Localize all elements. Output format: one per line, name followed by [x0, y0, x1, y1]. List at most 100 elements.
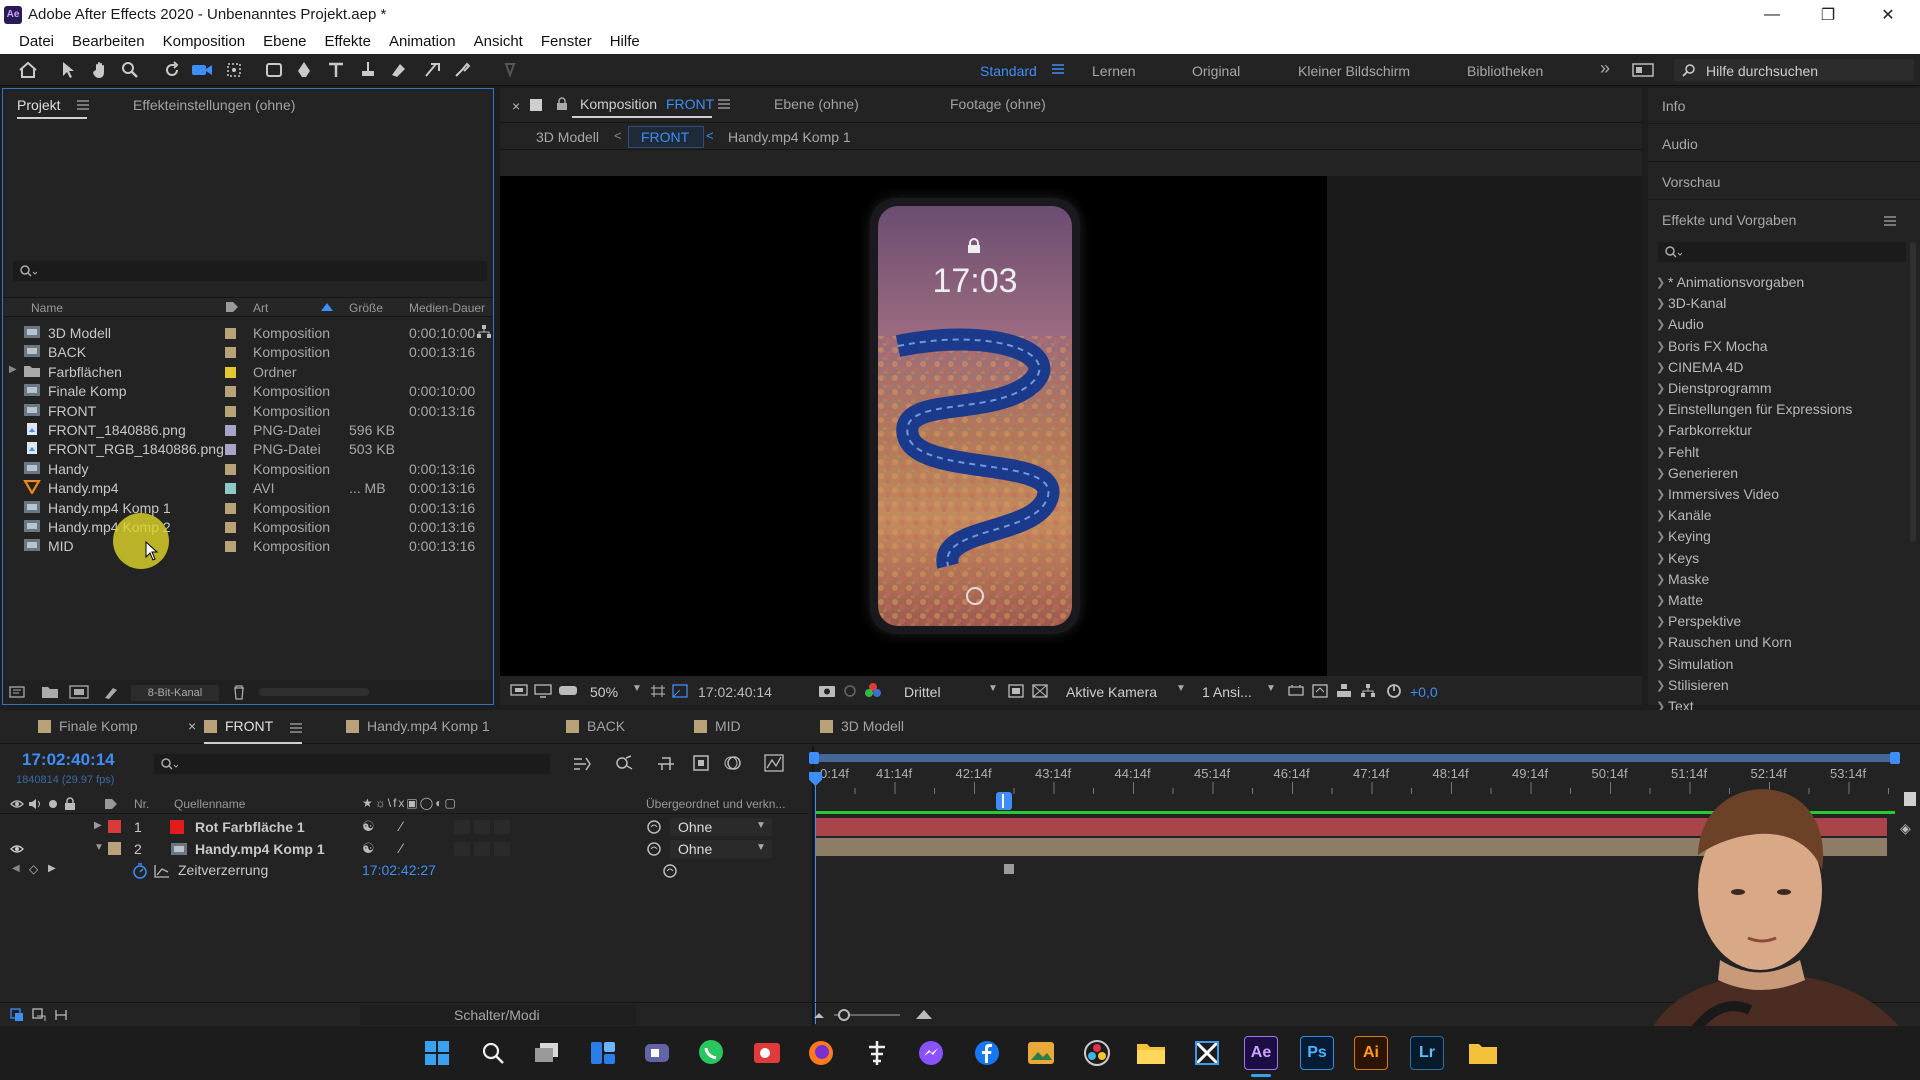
menu-datei[interactable]: Datei: [10, 30, 63, 54]
next-keyframe-icon[interactable]: ▶: [48, 863, 56, 874]
comp-tab-name[interactable]: FRONT: [666, 96, 714, 112]
label-color-swatch[interactable]: [225, 347, 236, 359]
effects-category-item[interactable]: ❯ Matte: [1648, 590, 1920, 611]
menu-hilfe[interactable]: Hilfe: [601, 30, 649, 54]
layer-source-name[interactable]: Handy.mp4 Komp 1: [195, 841, 325, 857]
motion-blur-icon[interactable]: [724, 754, 744, 772]
task-view-icon[interactable]: [530, 1036, 564, 1070]
camera-tool-icon[interactable]: [188, 58, 216, 82]
label-tag-icon[interactable]: [104, 798, 118, 810]
zoom-slider-thumb[interactable]: [838, 1009, 850, 1021]
tab-footage[interactable]: Footage (ohne): [950, 96, 1046, 112]
lock-icon[interactable]: [556, 97, 568, 111]
help-search-field[interactable]: Hilfe durchsuchen: [1674, 59, 1914, 81]
parent-pickwhip-icon[interactable]: [646, 819, 662, 835]
audio-speaker-icon[interactable]: [28, 798, 42, 810]
effects-panel-header[interactable]: Effekte und Vorgaben: [1648, 202, 1920, 238]
effects-category-item[interactable]: ❯ Boris FX Mocha: [1648, 336, 1920, 357]
panel-menu-icon[interactable]: [718, 99, 730, 109]
chevron-down-icon[interactable]: ▼: [988, 683, 998, 694]
always-preview-icon[interactable]: [510, 684, 528, 698]
menu-ebene[interactable]: Ebene: [254, 30, 315, 54]
zoom-out-icon[interactable]: [812, 1009, 826, 1021]
chevron-down-icon[interactable]: ▼: [94, 842, 104, 853]
parent-pickwhip-icon[interactable]: [646, 841, 662, 857]
comp-flowchart-icon[interactable]: [1336, 683, 1352, 698]
expand-arrow-icon[interactable]: ▶: [9, 364, 17, 375]
rectangle-tool-icon[interactable]: [260, 58, 288, 82]
eye-icon[interactable]: [10, 843, 24, 855]
snapshot-camera-icon[interactable]: [818, 683, 836, 698]
effects-category-item[interactable]: ❯ Immersives Video: [1648, 484, 1920, 505]
effects-category-item[interactable]: ❯ Audio: [1648, 314, 1920, 335]
label-color-swatch[interactable]: [225, 386, 236, 398]
panel-menu-icon[interactable]: [77, 100, 89, 110]
lightroom-taskbar-icon[interactable]: Lr: [1410, 1036, 1444, 1070]
effects-category-item[interactable]: ❯ Stilisieren: [1648, 675, 1920, 696]
property-value[interactable]: 17:02:42:27: [362, 862, 436, 878]
timeline-tab[interactable]: BACK: [566, 718, 625, 734]
pan-behind-tool-icon[interactable]: [220, 58, 248, 82]
photoshop-taskbar-icon[interactable]: Ps: [1300, 1036, 1334, 1070]
panel-menu-icon[interactable]: [1884, 216, 1896, 226]
resolution-grid-icon[interactable]: [650, 684, 666, 698]
region-of-interest-icon[interactable]: [672, 684, 688, 698]
new-composition-icon[interactable]: [69, 685, 91, 699]
effects-category-item[interactable]: ❯ Perspektive: [1648, 611, 1920, 632]
chevron-down-icon[interactable]: ▼: [632, 683, 642, 694]
project-search-input[interactable]: [13, 261, 487, 281]
tab-projekt[interactable]: Projekt: [17, 97, 61, 113]
clone-stamp-tool-icon[interactable]: [384, 58, 412, 82]
navigator-start-handle[interactable]: [809, 752, 819, 764]
label-column-icon[interactable]: [225, 301, 239, 313]
workspace-standard[interactable]: Standard: [980, 63, 1037, 79]
davinci-resolve-icon[interactable]: [1080, 1036, 1114, 1070]
switch-box[interactable]: [494, 842, 510, 856]
zoom-level-dropdown[interactable]: 50%: [590, 684, 618, 700]
column-quellenname[interactable]: Quellenname: [174, 797, 245, 811]
vr-goggles-icon[interactable]: [558, 684, 578, 698]
new-folder-icon[interactable]: [41, 685, 59, 699]
facebook-icon[interactable]: [970, 1036, 1004, 1070]
effects-category-item[interactable]: ❯ Generieren: [1648, 463, 1920, 484]
comp-mini-flowchart-icon[interactable]: [572, 756, 592, 772]
shy-layers-icon[interactable]: [656, 754, 676, 772]
timeline-current-time[interactable]: 17:02:40:14: [22, 750, 115, 770]
label-color-swatch[interactable]: [225, 541, 236, 553]
shy-switch-icon[interactable]: ☯: [362, 840, 375, 857]
eraser-tool-icon[interactable]: [418, 58, 446, 82]
effects-category-item[interactable]: ❯ Einstellungen für Expressions: [1648, 399, 1920, 420]
prev-keyframe-icon[interactable]: ◀: [12, 863, 20, 874]
zoom-tool-icon[interactable]: [116, 58, 144, 82]
tab-effekteinstellungen[interactable]: Effekteinstellungen (ohne): [133, 97, 295, 113]
maximize-button[interactable]: ❐: [1800, 0, 1856, 30]
menu-bearbeiten[interactable]: Bearbeiten: [63, 30, 154, 54]
views-dropdown[interactable]: 1 Ansi...: [1202, 684, 1252, 700]
transfer-controls-toggle-icon[interactable]: [32, 1008, 46, 1022]
column-art[interactable]: Art: [253, 301, 268, 315]
hand-tool-icon[interactable]: [86, 58, 114, 82]
label-color-swatch[interactable]: [225, 405, 236, 417]
workspace-bibliotheken[interactable]: Bibliotheken: [1467, 63, 1543, 79]
tab-ebene[interactable]: Ebene (ohne): [774, 96, 859, 112]
thumbnail-scrollbar[interactable]: [259, 688, 369, 696]
layer-label-swatch[interactable]: [108, 842, 121, 855]
effects-category-item[interactable]: ❯ Dienstprogramm: [1648, 378, 1920, 399]
label-color-swatch[interactable]: [225, 444, 236, 456]
parent-dropdown[interactable]: Ohne ▼: [670, 840, 772, 858]
timeline-layer-row[interactable]: ▼ 2 Handy.mp4 Komp 1 ☯ ⁄ Ohne ▼: [0, 838, 808, 860]
preview-panel-header[interactable]: Vorschau: [1648, 164, 1920, 200]
effects-category-item[interactable]: ❯ Keying: [1648, 526, 1920, 547]
timeline-tab[interactable]: 3D Modell: [820, 718, 904, 734]
workspace-lernen[interactable]: Lernen: [1092, 63, 1136, 79]
project-item-row[interactable]: MID Komposition 0:00:13:16: [3, 534, 493, 558]
workspace-kleiner-bildschirm[interactable]: Kleiner Bildschirm: [1298, 63, 1410, 79]
selection-tool-icon[interactable]: [54, 58, 82, 82]
effects-search-input[interactable]: [1658, 242, 1906, 262]
column-name[interactable]: Name: [31, 301, 63, 315]
active-camera-dropdown[interactable]: Aktive Kamera: [1066, 684, 1157, 700]
layer-source-name[interactable]: Rot Farbfläche 1: [195, 819, 305, 835]
frame-blending-icon[interactable]: [692, 754, 712, 772]
column-parent[interactable]: Übergeordnet und verkn...: [646, 797, 785, 811]
effects-category-item[interactable]: ❯ CINEMA 4D: [1648, 357, 1920, 378]
